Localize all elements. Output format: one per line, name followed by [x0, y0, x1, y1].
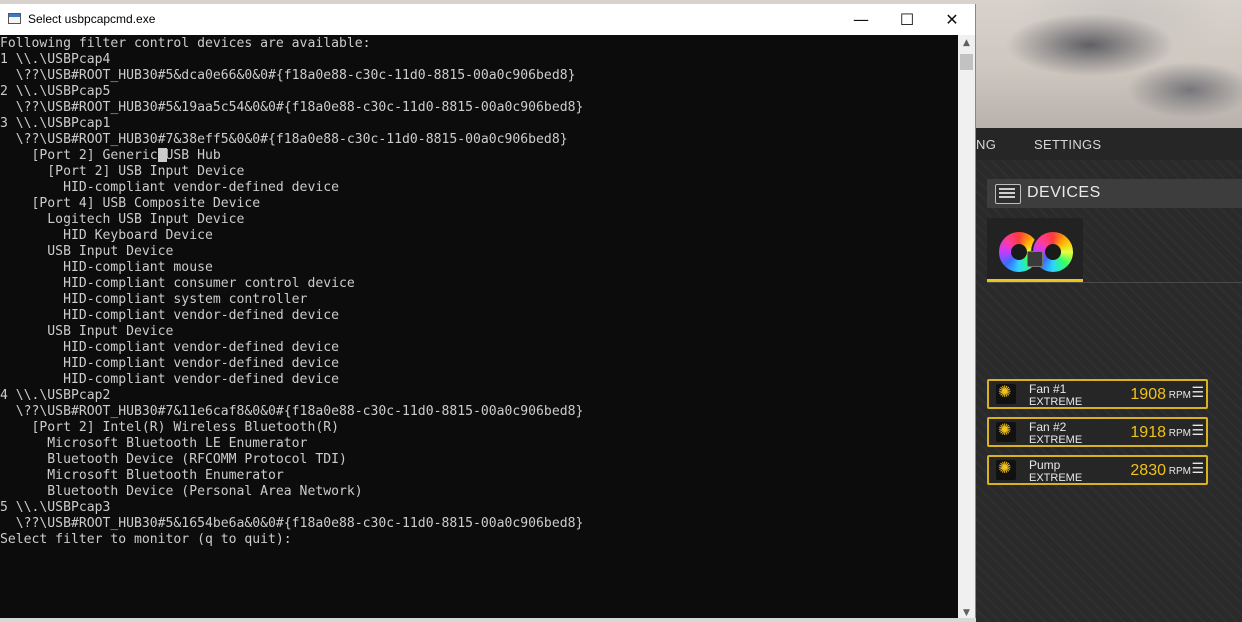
pump-icon [1027, 251, 1043, 267]
fan-rpm-value: 1908 [1130, 386, 1166, 403]
console-line: HID-compliant vendor-defined device [0, 180, 339, 195]
title-bar[interactable]: Select usbpcapcmd.exe — ☐ ✕ [0, 4, 975, 35]
console-line: 3 \\.\USBPcap1 [0, 116, 111, 131]
nav-item-partial[interactable]: NG [976, 137, 996, 152]
top-nav: NG SETTINGS [976, 128, 1242, 160]
vertical-scrollbar[interactable]: ▲ ▼ [958, 35, 975, 622]
rpm-unit: RPM [1168, 390, 1191, 401]
console-line: \??\USB#ROOT_HUB30#7&11e6caf8&0&0#{f18a0… [0, 404, 584, 419]
pump-icon: ✺ [996, 460, 1016, 480]
console-line: Logitech USB Input Device [0, 212, 245, 227]
console-line: [Port 4] USB Composite Device [0, 196, 261, 211]
console-line: \??\USB#ROOT_HUB30#5&1654be6a&0&0#{f18a0… [0, 516, 584, 531]
console-line: 2 \\.\USBPcap5 [0, 84, 111, 99]
console-line: 5 \\.\USBPcap3 [0, 500, 111, 515]
scroll-up-icon[interactable]: ▲ [958, 35, 975, 52]
console-line: HID-compliant vendor-defined device [0, 372, 339, 387]
fan-name: Fan #2 [1029, 420, 1067, 434]
fan-name: Fan #1 [1029, 382, 1067, 396]
fan-icon: ✺ [996, 384, 1016, 404]
taskbar-edge [0, 618, 976, 622]
console-line: [Port 2] Generic USB Hub [0, 148, 221, 163]
rpm-unit: RPM [1168, 428, 1191, 439]
console-line: HID-compliant vendor-defined device [0, 308, 339, 323]
console-line: HID-compliant consumer control device [0, 276, 355, 291]
menu-icon[interactable]: ☰ [1191, 422, 1204, 439]
fan-icon: ✺ [996, 422, 1016, 442]
console-line: \??\USB#ROOT_HUB30#5&dca0e66&0&0#{f18a0e… [0, 68, 576, 83]
close-button[interactable]: ✕ [929, 4, 975, 35]
console-line: \??\USB#ROOT_HUB30#5&19aa5c54&0&0#{f18a0… [0, 100, 584, 115]
console-line: USB Input Device [0, 324, 174, 339]
console-line: HID-compliant mouse [0, 260, 213, 275]
menu-icon[interactable]: ☰ [1191, 460, 1204, 477]
console-text: Following filter control devices are ava… [0, 36, 583, 548]
fan-rpm-value: 1918 [1130, 424, 1166, 441]
fan-card[interactable]: ✺ Fan #2 EXTREME 1918 RPM ☰ [987, 417, 1208, 447]
nav-item-settings[interactable]: SETTINGS [1034, 137, 1101, 152]
text-cursor [158, 148, 167, 162]
fan-rpm-value: 2830 [1130, 462, 1166, 479]
window-title: Select usbpcapcmd.exe [28, 12, 156, 26]
console-line: \??\USB#ROOT_HUB30#7&38eff5&0&0#{f18a0e8… [0, 132, 568, 147]
scroll-thumb[interactable] [960, 54, 973, 70]
rpm-unit: RPM [1168, 466, 1191, 477]
console-line: Following filter control devices are ava… [0, 36, 371, 51]
keyboard-icon [995, 184, 1021, 204]
menu-icon[interactable]: ☰ [1191, 384, 1204, 401]
console-line: 1 \\.\USBPcap4 [0, 52, 111, 67]
devices-header: DEVICES [987, 179, 1242, 208]
divider [987, 282, 1242, 283]
devices-title: DEVICES [1027, 184, 1101, 201]
console-line: [Port 2] Intel(R) Wireless Bluetooth(R) [0, 420, 339, 435]
console-window: Select usbpcapcmd.exe — ☐ ✕ Following fi… [0, 4, 976, 622]
device-tile-cooler[interactable] [987, 218, 1083, 280]
console-line: [Port 2] USB Input Device [0, 164, 245, 179]
console-line: HID-compliant system controller [0, 292, 308, 307]
fan-mode: EXTREME [1029, 396, 1083, 408]
maximize-button[interactable]: ☐ [884, 4, 930, 35]
fan-card[interactable]: ✺ Pump EXTREME 2830 RPM ☰ [987, 455, 1208, 485]
console-line: HID-compliant vendor-defined device [0, 340, 339, 355]
fan-mode: EXTREME [1029, 472, 1083, 484]
fan-mode: EXTREME [1029, 434, 1083, 446]
fan-name: Pump [1029, 458, 1061, 472]
console-line: Bluetooth Device (RFCOMM Protocol TDI) [0, 452, 347, 467]
console-app-icon [8, 13, 21, 24]
console-line: 4 \\.\USBPcap2 [0, 388, 111, 403]
console-line: Bluetooth Device (Personal Area Network) [0, 484, 363, 499]
console-line: HID-compliant vendor-defined device [0, 356, 339, 371]
fan-card[interactable]: ✺ Fan #1 EXTREME 1908 RPM ☰ [987, 379, 1208, 409]
console-line: USB Input Device [0, 244, 174, 259]
console-line: Microsoft Bluetooth LE Enumerator [0, 436, 308, 451]
console-line: HID Keyboard Device [0, 228, 213, 243]
console-line: Microsoft Bluetooth Enumerator [0, 468, 284, 483]
console-output[interactable]: Following filter control devices are ava… [0, 35, 958, 622]
console-line: Select filter to monitor (q to quit): [0, 532, 292, 547]
minimize-button[interactable]: — [838, 4, 884, 35]
